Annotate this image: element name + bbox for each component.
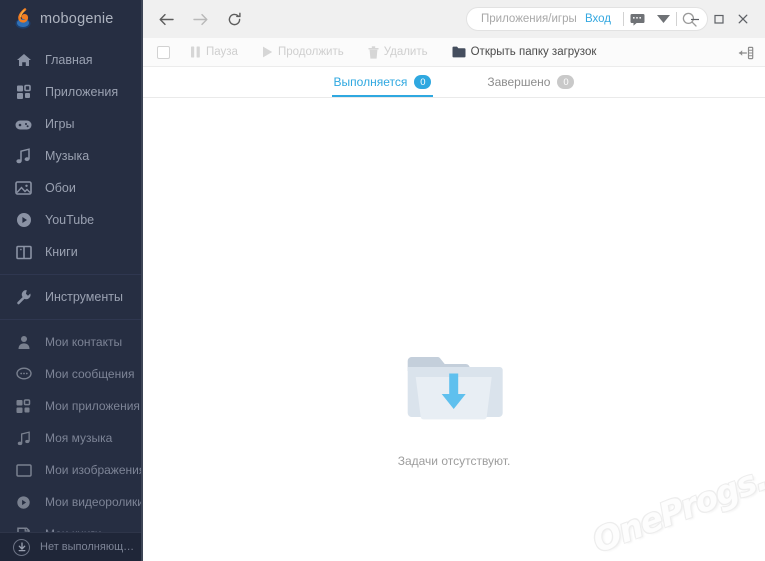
sidebar-item-games[interactable]: Игры	[0, 108, 141, 140]
sidebar-item-books[interactable]: Книги	[0, 236, 141, 268]
sidebar-item-label: Игры	[45, 117, 75, 131]
tab-count-badge: 0	[414, 75, 432, 89]
sidebar-item-label: Моя музыка	[45, 431, 113, 445]
sidebar-item-label: Инструменты	[45, 290, 123, 304]
divider	[676, 12, 677, 26]
app-brand-label: mobogenie	[40, 11, 114, 27]
sidebar-item-label: Музыка	[45, 149, 90, 163]
sidebar-primary-nav: Главная Приложения Игры Музыка Обои YouT…	[0, 44, 141, 550]
sidebar-item-label: Главная	[45, 53, 93, 67]
sidebar-item-home[interactable]: Главная	[0, 44, 141, 76]
sidebar-item-my-messages[interactable]: Мои сообщения	[0, 358, 141, 390]
sidebar-divider-2	[0, 319, 141, 320]
pause-icon	[190, 46, 201, 58]
download-status-label: Нет выполняющ…	[40, 541, 135, 553]
select-all-checkbox[interactable]	[157, 45, 170, 59]
tab-label: Выполняется	[333, 75, 408, 89]
delete-label: Удалить	[383, 46, 428, 58]
sidebar-item-label: Мои приложения	[45, 399, 140, 413]
sidebar-item-my-contacts[interactable]: Мои контакты	[0, 326, 141, 358]
watermark-text: OneProgs.ru	[587, 444, 765, 561]
resume-button[interactable]: Продолжить	[262, 46, 344, 58]
site-watermark: OneProgs.ru	[581, 443, 765, 560]
tab-label: Завершено	[487, 75, 551, 89]
chat-icon[interactable]	[624, 7, 650, 31]
sidebar-item-wallpapers[interactable]: Обои	[0, 172, 141, 204]
sidebar-item-tools[interactable]: Инструменты	[0, 281, 141, 313]
pause-button[interactable]: Пауза	[190, 46, 238, 58]
caret-down-icon[interactable]	[650, 7, 676, 31]
message-bubble-icon	[15, 366, 32, 383]
sidebar-item-label: Мои сообщения	[45, 367, 135, 381]
maximize-icon[interactable]	[707, 7, 731, 31]
book-icon	[15, 244, 32, 261]
delete-button[interactable]: Удалить	[368, 45, 428, 59]
sidebar-item-youtube[interactable]: YouTube	[0, 204, 141, 236]
window-titlebar: Вход	[143, 0, 765, 38]
video-circle-icon	[15, 494, 32, 511]
download-tabs: Выполняется 0 Завершено 0	[143, 67, 765, 98]
music-note-icon	[15, 148, 32, 165]
refresh-icon[interactable]	[224, 9, 244, 29]
sidebar-item-my-music[interactable]: Моя музыка	[0, 422, 141, 454]
empty-state-message: Задачи отсутствуют.	[397, 454, 511, 468]
arrow-left-icon[interactable]	[156, 9, 176, 29]
wallpaper-icon	[15, 180, 32, 197]
sidebar-divider-1	[0, 274, 141, 275]
download-circle-icon	[13, 538, 30, 556]
trash-icon	[368, 45, 379, 59]
download-toolbar: Пауза Продолжить Удалить Открыть папку з…	[143, 38, 765, 67]
sidebar-item-label: Приложения	[45, 85, 119, 99]
tab-in-progress[interactable]: Выполняется 0	[331, 67, 434, 97]
app-logo[interactable]: mobogenie	[0, 0, 141, 38]
play-circle-icon	[15, 212, 32, 229]
play-icon	[262, 46, 273, 58]
tab-count-badge: 0	[557, 75, 575, 89]
main-panel: Вход	[141, 0, 765, 561]
gamepad-icon	[15, 116, 32, 133]
sidebar-item-label: Мои изображения	[45, 463, 141, 477]
sidebar-item-my-images[interactable]: Мои изображения	[0, 454, 141, 486]
music-note-icon	[15, 430, 32, 447]
home-icon	[15, 52, 32, 69]
sidebar-item-label: YouTube	[45, 213, 95, 227]
pause-label: Пауза	[206, 46, 238, 58]
tab-completed[interactable]: Завершено 0	[485, 67, 576, 97]
open-download-folder-button[interactable]: Открыть папку загрузок	[452, 46, 597, 58]
sidebar-item-my-apps[interactable]: Мои приложения	[0, 390, 141, 422]
sidebar-item-label: Обои	[45, 181, 76, 195]
sidebar-item-my-videos[interactable]: Мои видеоролики	[0, 486, 141, 518]
download-status-bar[interactable]: Нет выполняющ…	[0, 532, 141, 561]
apps-grid-icon	[15, 398, 32, 415]
sidebar: mobogenie Главная Приложения Игры Музыка…	[0, 0, 141, 561]
empty-state: Задачи отсутствуют.	[397, 351, 511, 468]
arrow-right-icon[interactable]	[190, 9, 210, 29]
close-icon[interactable]	[731, 7, 755, 31]
mobogenie-window: mobogenie Главная Приложения Игры Музыка…	[0, 0, 765, 561]
folder-download-icon	[404, 351, 504, 434]
contact-person-icon	[15, 334, 32, 351]
sidebar-item-label: Мои контакты	[45, 335, 123, 349]
sidebar-item-apps[interactable]: Приложения	[0, 76, 141, 108]
sidebar-item-label: Мои видеоролики	[45, 495, 141, 509]
download-list-area: Задачи отсутствуют. OneProgs.ru	[143, 98, 765, 561]
navigation-buttons	[143, 9, 244, 29]
sidebar-item-music[interactable]: Музыка	[0, 140, 141, 172]
minimize-icon[interactable]	[683, 7, 707, 31]
wrench-icon	[15, 289, 32, 306]
mobogenie-logo-icon	[13, 8, 33, 30]
titlebar-right-controls: Вход	[581, 0, 765, 38]
folder-icon	[452, 46, 466, 58]
sidebar-item-label: Книги	[45, 245, 78, 259]
resume-label: Продолжить	[277, 46, 344, 58]
login-link[interactable]: Вход	[581, 13, 623, 25]
apps-grid-icon	[15, 84, 32, 101]
open-folder-label: Открыть папку загрузок	[470, 46, 597, 58]
collapse-panel-icon[interactable]	[736, 43, 756, 63]
image-icon	[15, 462, 32, 479]
